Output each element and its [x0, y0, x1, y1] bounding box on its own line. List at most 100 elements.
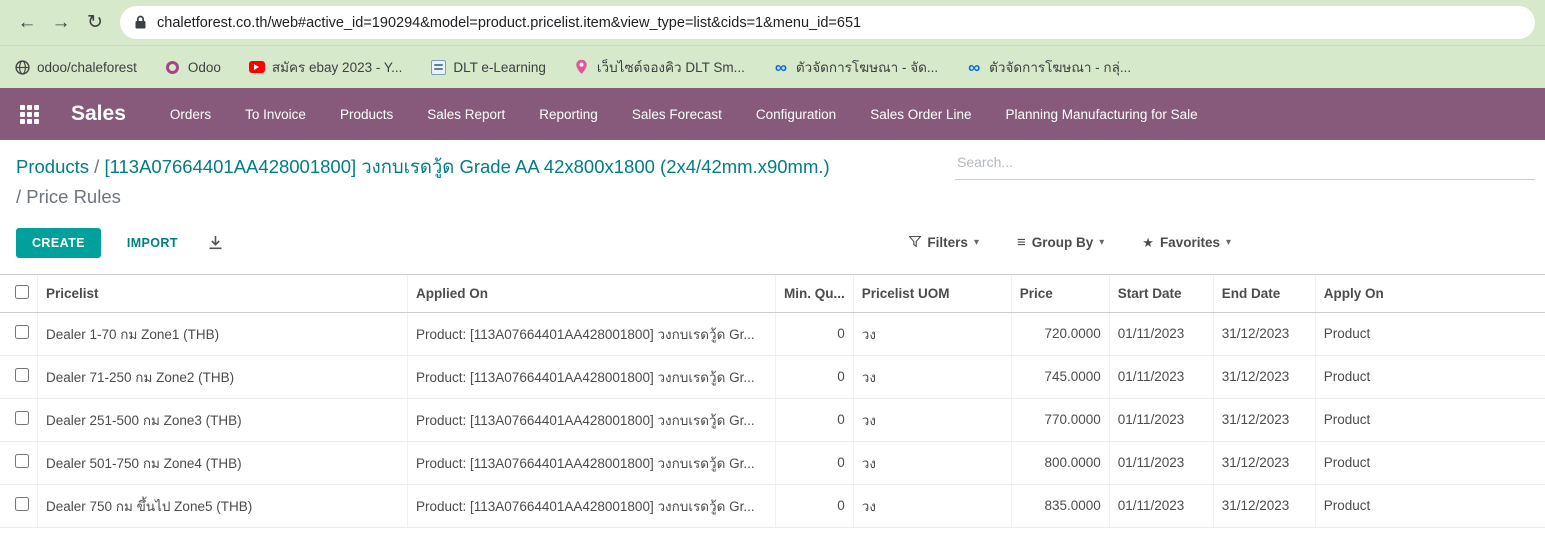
- table-row[interactable]: Dealer 1-70 กม Zone1 (THB) Product: [113…: [0, 312, 1545, 355]
- table-row[interactable]: Dealer 71-250 กม Zone2 (THB) Product: [1…: [0, 355, 1545, 398]
- cell-applied-on[interactable]: Product: [113A07664401AA428001800] วงกบเ…: [408, 441, 776, 484]
- breadcrumb-separator: /: [16, 186, 21, 207]
- header-start-date[interactable]: Start Date: [1109, 274, 1213, 312]
- cell-start-date[interactable]: 01/11/2023: [1109, 312, 1213, 355]
- cell-applied-on[interactable]: Product: [113A07664401AA428001800] วงกบเ…: [408, 355, 776, 398]
- bookmark-ebay-youtube[interactable]: สมัคร ebay 2023 - Y...: [249, 56, 403, 78]
- group-by-icon: ≡: [1017, 234, 1026, 251]
- cell-pricelist[interactable]: Dealer 501-750 กม Zone4 (THB): [38, 441, 408, 484]
- breadcrumb-product-link[interactable]: [113A07664401AA428001800] วงกบเรดวู้ด Gr…: [104, 156, 829, 177]
- nav-item-products[interactable]: Products: [338, 101, 395, 128]
- row-checkbox[interactable]: [15, 497, 29, 511]
- cell-price[interactable]: 745.0000: [1011, 355, 1109, 398]
- cell-min-qty[interactable]: 0: [776, 398, 854, 441]
- bookmark-odoo[interactable]: Odoo: [165, 59, 221, 75]
- bookmark-label: เว็บไซต์จองคิว DLT Sm...: [597, 56, 745, 78]
- nav-item-sales-forecast[interactable]: Sales Forecast: [630, 101, 724, 128]
- breadcrumb-products-link[interactable]: Products: [16, 156, 89, 177]
- cell-price[interactable]: 835.0000: [1011, 484, 1109, 527]
- nav-item-orders[interactable]: Orders: [168, 101, 213, 128]
- meta-icon: ∞: [773, 59, 789, 75]
- table-row[interactable]: Dealer 750 กม ขึ้นไป Zone5 (THB) Product…: [0, 484, 1545, 527]
- back-button[interactable]: ←: [10, 6, 44, 40]
- globe-icon: [14, 59, 30, 75]
- bookmark-ads-manager-1[interactable]: ∞ ตัวจัดการโฆษณา - จัด...: [773, 56, 938, 78]
- group-by-label: Group By: [1032, 235, 1094, 250]
- cell-min-qty[interactable]: 0: [776, 355, 854, 398]
- cell-apply-on[interactable]: Product: [1315, 312, 1545, 355]
- nav-item-planning-manufacturing[interactable]: Planning Manufacturing for Sale: [1004, 101, 1200, 128]
- cell-min-qty[interactable]: 0: [776, 484, 854, 527]
- bookmark-dlt-booking[interactable]: เว็บไซต์จองคิว DLT Sm...: [574, 56, 745, 78]
- select-all-checkbox[interactable]: [15, 285, 29, 299]
- row-checkbox[interactable]: [15, 454, 29, 468]
- import-button[interactable]: IMPORT: [127, 236, 178, 250]
- bookmark-dlt-elearning[interactable]: DLT e-Learning: [430, 59, 546, 75]
- cell-applied-on[interactable]: Product: [113A07664401AA428001800] วงกบเ…: [408, 312, 776, 355]
- header-apply-on[interactable]: Apply On: [1315, 274, 1545, 312]
- cell-end-date[interactable]: 31/12/2023: [1213, 441, 1315, 484]
- cell-pricelist[interactable]: Dealer 251-500 กม Zone3 (THB): [38, 398, 408, 441]
- cell-pricelist[interactable]: Dealer 750 กม ขึ้นไป Zone5 (THB): [38, 484, 408, 527]
- cell-pricelist[interactable]: Dealer 1-70 กม Zone1 (THB): [38, 312, 408, 355]
- search-input[interactable]: [955, 148, 1535, 180]
- odoo-top-nav: Sales Orders To Invoice Products Sales R…: [0, 88, 1545, 140]
- cell-price[interactable]: 800.0000: [1011, 441, 1109, 484]
- cell-uom[interactable]: วง: [853, 441, 1011, 484]
- cell-min-qty[interactable]: 0: [776, 312, 854, 355]
- cell-uom[interactable]: วง: [853, 312, 1011, 355]
- nav-item-sales-report[interactable]: Sales Report: [425, 101, 507, 128]
- create-button[interactable]: CREATE: [16, 228, 101, 258]
- header-pricelist-uom[interactable]: Pricelist UOM: [853, 274, 1011, 312]
- filters-dropdown[interactable]: Filters ▾: [909, 234, 979, 251]
- cell-apply-on[interactable]: Product: [1315, 355, 1545, 398]
- header-pricelist[interactable]: Pricelist: [38, 274, 408, 312]
- breadcrumb-separator: /: [94, 156, 99, 177]
- app-name[interactable]: Sales: [71, 102, 126, 126]
- forward-button[interactable]: →: [44, 6, 78, 40]
- cell-uom[interactable]: วง: [853, 484, 1011, 527]
- cell-pricelist[interactable]: Dealer 71-250 กม Zone2 (THB): [38, 355, 408, 398]
- bookmark-odoo-chaleforest[interactable]: odoo/chaleforest: [14, 59, 137, 75]
- cell-start-date[interactable]: 01/11/2023: [1109, 355, 1213, 398]
- cell-end-date[interactable]: 31/12/2023: [1213, 398, 1315, 441]
- row-checkbox[interactable]: [15, 411, 29, 425]
- cell-price[interactable]: 770.0000: [1011, 398, 1109, 441]
- header-end-date[interactable]: End Date: [1213, 274, 1315, 312]
- cell-apply-on[interactable]: Product: [1315, 398, 1545, 441]
- cell-price[interactable]: 720.0000: [1011, 312, 1109, 355]
- cell-end-date[interactable]: 31/12/2023: [1213, 355, 1315, 398]
- export-download-icon[interactable]: [208, 235, 223, 250]
- favorites-dropdown[interactable]: ★ Favorites ▾: [1142, 234, 1231, 251]
- row-checkbox[interactable]: [15, 368, 29, 382]
- cell-min-qty[interactable]: 0: [776, 441, 854, 484]
- nav-item-to-invoice[interactable]: To Invoice: [243, 101, 308, 128]
- cell-end-date[interactable]: 31/12/2023: [1213, 484, 1315, 527]
- apps-menu-icon[interactable]: [20, 105, 39, 124]
- filter-funnel-icon: [909, 235, 921, 250]
- table-row[interactable]: Dealer 251-500 กม Zone3 (THB) Product: […: [0, 398, 1545, 441]
- group-by-dropdown[interactable]: ≡ Group By ▾: [1017, 234, 1104, 251]
- cell-apply-on[interactable]: Product: [1315, 484, 1545, 527]
- cell-applied-on[interactable]: Product: [113A07664401AA428001800] วงกบเ…: [408, 398, 776, 441]
- cell-start-date[interactable]: 01/11/2023: [1109, 484, 1213, 527]
- row-checkbox[interactable]: [15, 325, 29, 339]
- header-min-qty[interactable]: Min. Qu...: [776, 274, 854, 312]
- cell-uom[interactable]: วง: [853, 398, 1011, 441]
- cell-start-date[interactable]: 01/11/2023: [1109, 398, 1213, 441]
- cell-applied-on[interactable]: Product: [113A07664401AA428001800] วงกบเ…: [408, 484, 776, 527]
- address-bar[interactable]: chaletforest.co.th/web#active_id=190294&…: [120, 6, 1535, 39]
- nav-item-sales-order-line[interactable]: Sales Order Line: [868, 101, 973, 128]
- table-row[interactable]: Dealer 501-750 กม Zone4 (THB) Product: […: [0, 441, 1545, 484]
- refresh-button[interactable]: ↻: [78, 6, 112, 40]
- cell-end-date[interactable]: 31/12/2023: [1213, 312, 1315, 355]
- header-price[interactable]: Price: [1011, 274, 1109, 312]
- filters-label: Filters: [927, 235, 968, 250]
- header-applied-on[interactable]: Applied On: [408, 274, 776, 312]
- nav-item-reporting[interactable]: Reporting: [537, 101, 600, 128]
- nav-item-configuration[interactable]: Configuration: [754, 101, 838, 128]
- cell-apply-on[interactable]: Product: [1315, 441, 1545, 484]
- cell-uom[interactable]: วง: [853, 355, 1011, 398]
- bookmark-ads-manager-2[interactable]: ∞ ตัวจัดการโฆษณา - กลุ่...: [966, 56, 1131, 78]
- cell-start-date[interactable]: 01/11/2023: [1109, 441, 1213, 484]
